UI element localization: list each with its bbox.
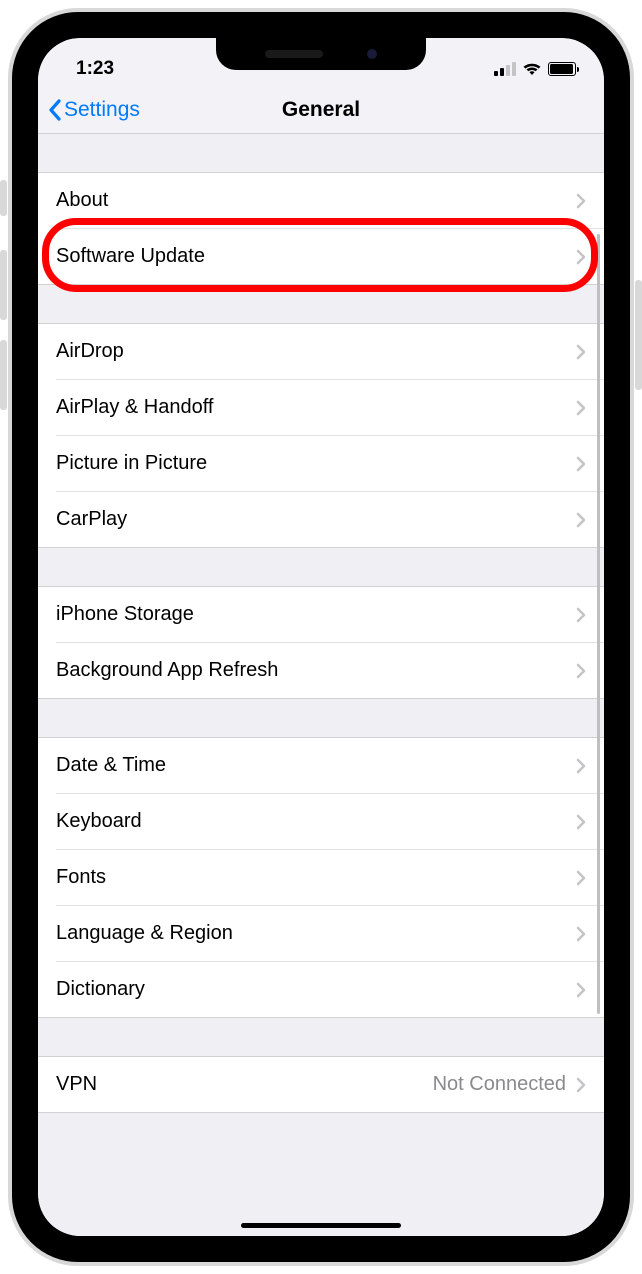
screen: 1:23 Settings General: [38, 38, 604, 1236]
volume-up-button[interactable]: [0, 250, 7, 320]
chevron-right-icon: [576, 512, 586, 528]
settings-row[interactable]: iPhone Storage: [38, 587, 604, 642]
volume-down-button[interactable]: [0, 340, 7, 410]
row-accessory: [576, 663, 586, 679]
chevron-left-icon: [48, 99, 62, 121]
row-label: Language & Region: [56, 922, 233, 945]
row-accessory: [576, 758, 586, 774]
row-label: Dictionary: [56, 978, 145, 1001]
back-button[interactable]: Settings: [48, 98, 140, 122]
row-label: Date & Time: [56, 754, 166, 777]
settings-row[interactable]: Picture in Picture: [56, 435, 604, 491]
mute-switch[interactable]: [0, 180, 7, 216]
row-label: AirDrop: [56, 340, 124, 363]
settings-row[interactable]: Fonts: [56, 849, 604, 905]
chevron-right-icon: [576, 1077, 586, 1093]
row-accessory: [576, 249, 586, 265]
chevron-right-icon: [576, 982, 586, 998]
scroll-indicator: [597, 234, 600, 1014]
settings-row[interactable]: AirPlay & Handoff: [56, 379, 604, 435]
chevron-right-icon: [576, 663, 586, 679]
row-accessory: [576, 926, 586, 942]
row-label: iPhone Storage: [56, 603, 194, 626]
chevron-right-icon: [576, 758, 586, 774]
settings-row[interactable]: Software Update: [56, 228, 604, 284]
row-accessory: [576, 870, 586, 886]
front-camera: [367, 49, 377, 59]
cellular-signal-icon: [494, 62, 516, 76]
row-label: Background App Refresh: [56, 659, 278, 682]
row-accessory: [576, 982, 586, 998]
chevron-right-icon: [576, 400, 586, 416]
settings-group: AirDrop AirPlay & Handoff Picture in Pictu…: [38, 323, 604, 548]
chevron-right-icon: [576, 456, 586, 472]
speaker-grille: [265, 50, 323, 58]
row-accessory: [576, 344, 586, 360]
settings-row[interactable]: Background App Refresh: [56, 642, 604, 698]
home-indicator[interactable]: [241, 1223, 401, 1228]
row-accessory: [576, 456, 586, 472]
wifi-icon: [522, 62, 542, 76]
row-label: VPN: [56, 1073, 97, 1096]
settings-row[interactable]: Language & Region: [56, 905, 604, 961]
battery-icon: [548, 62, 576, 76]
row-label: About: [56, 189, 108, 212]
settings-group: Date & Time Keyboard Fonts Language & Regio…: [38, 737, 604, 1018]
chevron-right-icon: [576, 249, 586, 265]
row-accessory: [576, 193, 586, 209]
row-accessory: [576, 400, 586, 416]
notch: [216, 38, 426, 70]
settings-group: About Software Update: [38, 172, 604, 285]
settings-content[interactable]: About Software Update AirDrop AirPlay & Han…: [38, 134, 604, 1236]
navigation-bar: Settings General: [38, 86, 604, 134]
chevron-right-icon: [576, 926, 586, 942]
row-accessory: [576, 814, 586, 830]
phone-frame: 1:23 Settings General: [8, 8, 634, 1266]
page-title: General: [282, 98, 360, 122]
row-accessory: [576, 512, 586, 528]
row-label: Keyboard: [56, 810, 142, 833]
settings-row[interactable]: CarPlay: [56, 491, 604, 547]
row-accessory: Not Connected: [433, 1073, 586, 1096]
chevron-right-icon: [576, 814, 586, 830]
chevron-right-icon: [576, 193, 586, 209]
row-label: AirPlay & Handoff: [56, 396, 214, 419]
settings-row[interactable]: Keyboard: [56, 793, 604, 849]
settings-group: iPhone Storage Background App Refresh: [38, 586, 604, 699]
settings-row[interactable]: Dictionary: [56, 961, 604, 1017]
row-label: Picture in Picture: [56, 452, 207, 475]
settings-row[interactable]: VPN Not Connected: [38, 1057, 604, 1112]
settings-row[interactable]: Date & Time: [38, 738, 604, 793]
chevron-right-icon: [576, 344, 586, 360]
chevron-right-icon: [576, 870, 586, 886]
phone-inner: 1:23 Settings General: [28, 28, 614, 1246]
row-accessory: [576, 607, 586, 623]
row-label: Software Update: [56, 245, 205, 268]
row-label: CarPlay: [56, 508, 127, 531]
status-icons: [494, 62, 578, 76]
row-detail: Not Connected: [433, 1073, 566, 1096]
settings-row[interactable]: AirDrop: [38, 324, 604, 379]
row-label: Fonts: [56, 866, 106, 889]
back-label: Settings: [64, 98, 140, 122]
status-time: 1:23: [64, 58, 114, 80]
power-button[interactable]: [635, 280, 642, 390]
chevron-right-icon: [576, 607, 586, 623]
settings-group: VPN Not Connected: [38, 1056, 604, 1113]
settings-row[interactable]: About: [38, 173, 604, 228]
